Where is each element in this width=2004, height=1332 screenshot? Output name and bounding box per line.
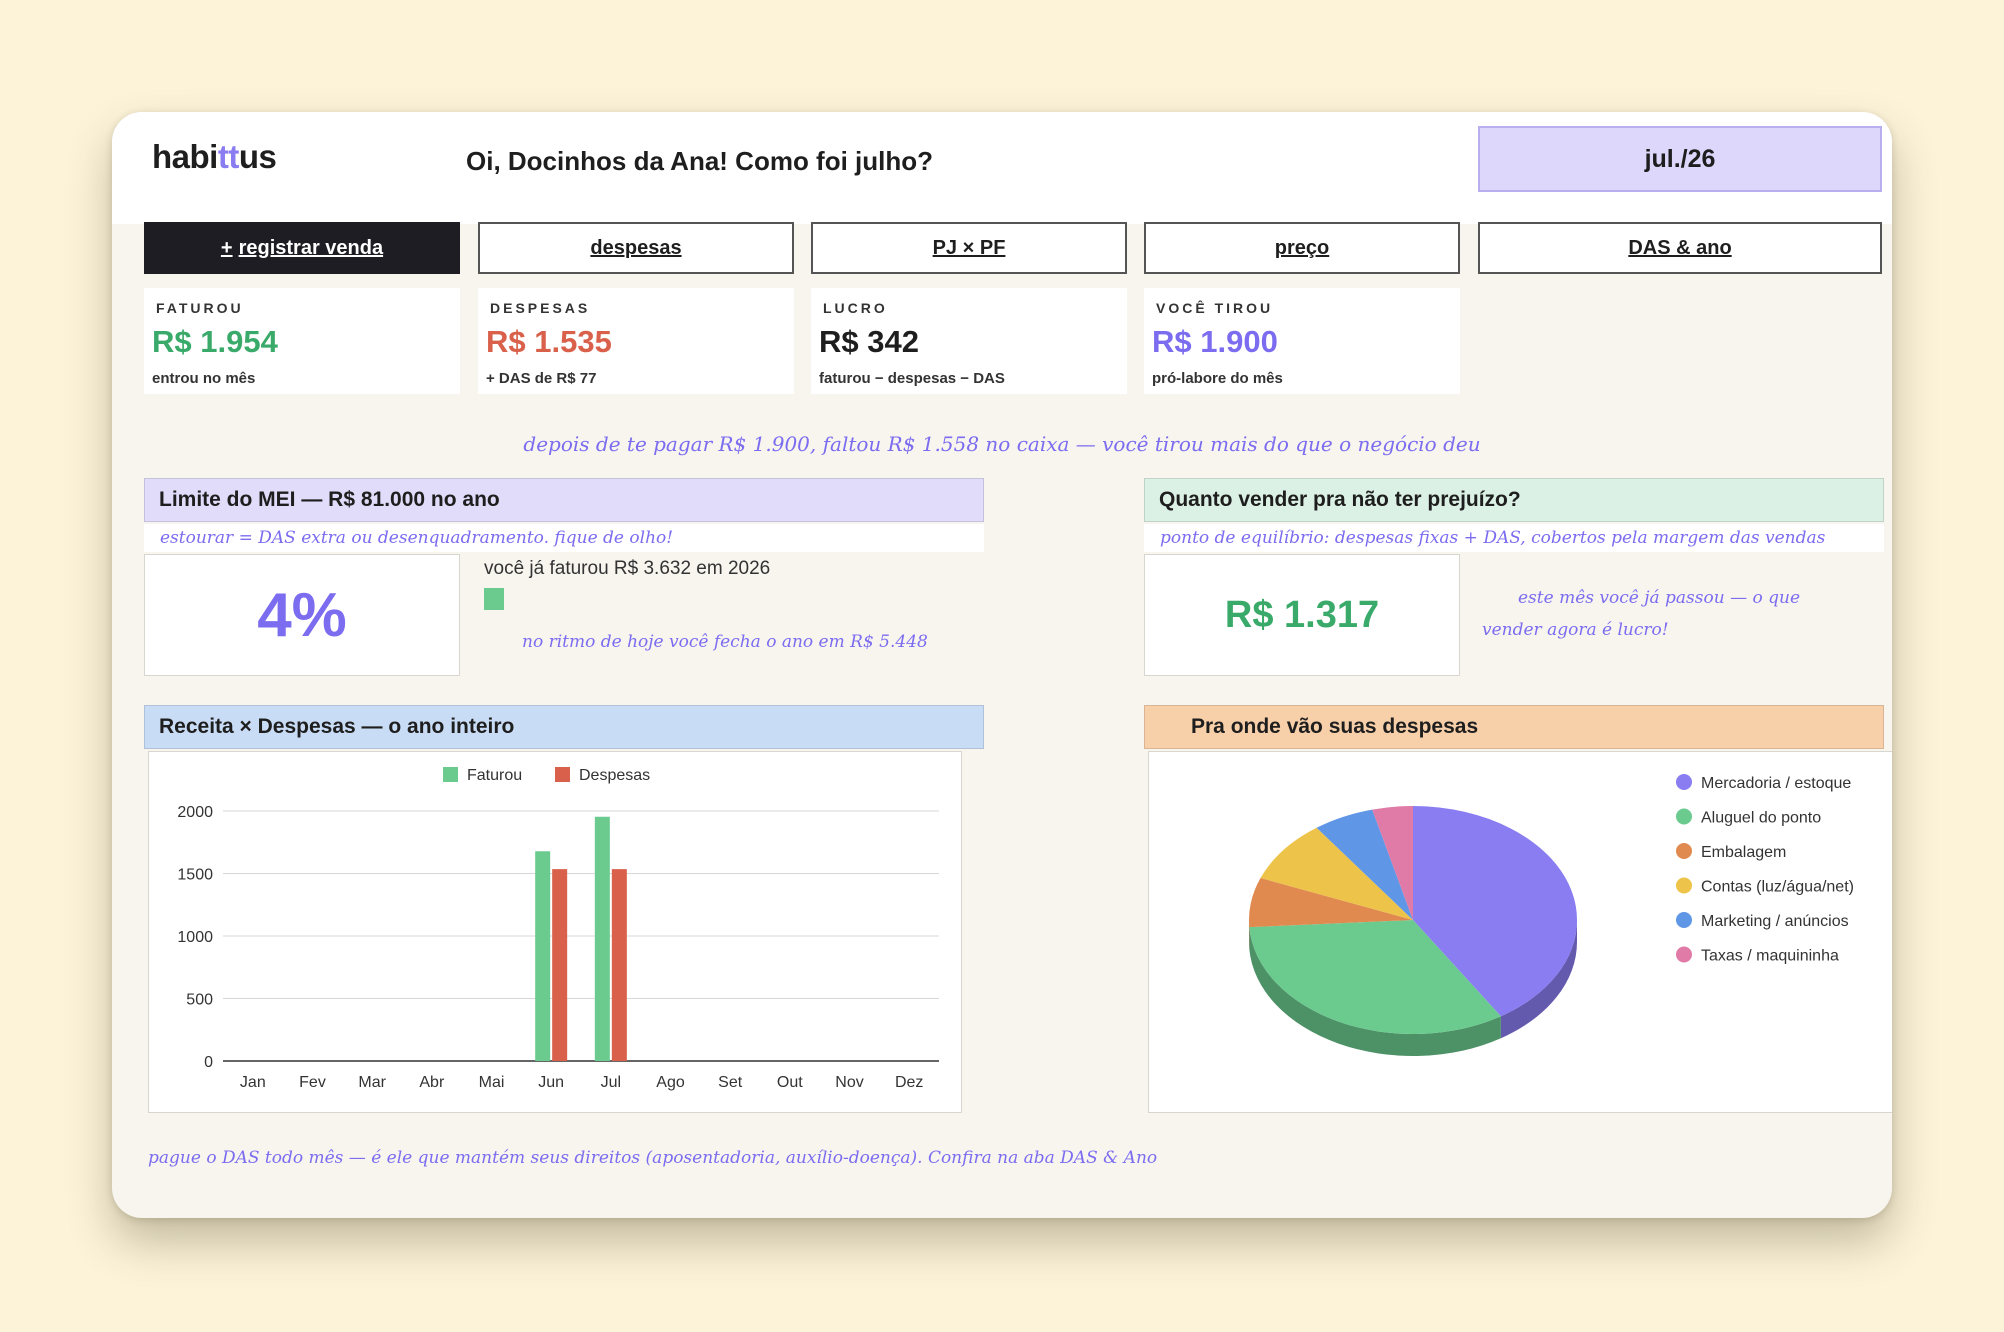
kpi-card-expenses: DESPESAS R$ 1.535 + DAS de R$ 77 [478, 288, 794, 394]
legend-label: Taxas / maquininha [1701, 948, 1839, 965]
kpi-card-revenue: FATUROU R$ 1.954 entrou no mês [144, 288, 460, 394]
x-tick-label: Fev [299, 1074, 326, 1091]
y-tick-label: 2000 [177, 804, 213, 821]
legend-swatch [443, 767, 458, 782]
legend-label: Aluguel do ponto [1701, 810, 1821, 827]
expenses-chart-header: Pra onde vão suas despesas [1144, 705, 1884, 749]
y-tick-label: 0 [204, 1054, 213, 1071]
legend-swatch [1676, 877, 1692, 894]
kpi-subtext: faturou − despesas − DAS [819, 370, 1005, 387]
kpi-label: FATUROU [156, 300, 244, 316]
month-selector[interactable]: jul./26 [1478, 126, 1882, 192]
x-tick-label: Jan [240, 1074, 266, 1091]
kpi-card-profit: LUCRO R$ 342 faturou − despesas − DAS [811, 288, 1127, 394]
x-tick-label: Mar [358, 1074, 386, 1091]
kpi-value: R$ 1.535 [486, 324, 612, 359]
legend-label: Contas (luz/água/net) [1701, 879, 1854, 896]
bar-despesas-jul [611, 869, 627, 1061]
mei-percent-value: 4% [144, 554, 460, 676]
x-tick-label: Jul [601, 1074, 621, 1091]
kpi-label: LUCRO [823, 300, 888, 316]
revenue-chart-header: Receita × Despesas — o ano inteiro [144, 705, 984, 749]
x-tick-label: Mai [479, 1074, 505, 1091]
kpi-value: R$ 1.900 [1152, 324, 1278, 359]
legend-label: Mercadoria / estoque [1701, 775, 1851, 792]
legend-label: Despesas [579, 767, 650, 784]
kpi-subtext: + DAS de R$ 77 [486, 370, 597, 387]
kpi-value: R$ 1.954 [152, 324, 278, 359]
plus-icon: + [220, 236, 233, 259]
legend-swatch [1676, 843, 1692, 859]
pj-pf-tab[interactable]: PJ × PF [811, 222, 1127, 274]
bar-despesas-jun [552, 869, 568, 1061]
breakeven-note: este mês você já passou — o que vender a… [1482, 588, 1801, 640]
expenses-chart-panel: Mercadoria / estoque Aluguel do ponto Emba… [1148, 751, 1892, 1113]
legend-swatch [1676, 808, 1692, 825]
legend-swatch [555, 767, 570, 782]
expenses-tab[interactable]: despesas [478, 222, 794, 274]
x-tick-label: Set [718, 1074, 743, 1091]
kpi-subtext: entrou no mês [152, 370, 256, 387]
kpi-value: R$ 342 [819, 324, 919, 359]
legend-label: Embalagem [1701, 844, 1786, 861]
revenue-chart-panel: 0 500 1000 1500 2000 Jan Fev Mar Abr Mai Jun Jul Ago… [148, 751, 962, 1113]
breakeven-hint: ponto de equilíbrio: despesas fixas + DA… [1144, 524, 1884, 552]
page-title: Oi, Docinhos da Ana! Como foi julho? [466, 146, 934, 176]
mei-projection-note: no ritmo de hoje você fecha o ano em R$ … [522, 632, 928, 652]
breakeven-header: Quanto vender pra não ter prejuízo? [1144, 478, 1884, 522]
mei-billed-text: você já faturou R$ 3.632 em 2026 [484, 558, 771, 579]
x-tick-label: Nov [835, 1074, 863, 1091]
legend-swatch [1676, 946, 1692, 963]
legend-swatch [1676, 912, 1692, 928]
y-tick-label: 500 [186, 992, 213, 1009]
x-tick-label: Ago [656, 1074, 685, 1091]
register-sale-button[interactable]: + registrar venda [144, 222, 460, 274]
kpi-card-owner-pay: VOCÊ TIROU R$ 1.900 pró-labore do mês [1144, 288, 1460, 394]
kpi-label: VOCÊ TIROU [1156, 300, 1274, 316]
habittus-logo: habittus [152, 138, 277, 175]
revenue-expenses-bar-chart: 0 500 1000 1500 2000 Jan Fev Mar Abr Mai Jun Jul Ago… [177, 767, 939, 1091]
kpi-subtext: pró-labore do mês [1152, 370, 1283, 387]
kpi-label: DESPESAS [490, 300, 591, 316]
x-tick-label: Out [777, 1074, 803, 1091]
legend-label: Marketing / anúncios [1701, 913, 1849, 930]
das-year-tab[interactable]: DAS & ano [1478, 222, 1882, 274]
x-tick-label: Abr [419, 1074, 445, 1091]
bar-faturou-jun [535, 851, 551, 1061]
bar-faturou-jul [594, 816, 610, 1061]
breakeven-value: R$ 1.317 [1144, 554, 1460, 676]
y-tick-label: 1000 [177, 929, 213, 946]
legend-swatch [1676, 774, 1692, 790]
expenses-pie-chart: Mercadoria / estoque Aluguel do ponto Emba… [1249, 774, 1854, 1056]
mei-limit-hint: estourar = DAS extra ou desenquadramento… [144, 524, 984, 552]
price-tab[interactable]: preço [1144, 222, 1460, 274]
mei-limit-header: Limite do MEI — R$ 81.000 no ano [144, 478, 984, 522]
das-footnote: pague o DAS todo mês — é ele que mantém … [148, 1148, 1158, 1168]
mei-progress-bar [484, 588, 504, 610]
dashboard-window: habittus Oi, Docinhos da Ana! Como foi j… [112, 112, 1892, 1218]
y-tick-label: 1500 [177, 867, 213, 884]
cash-alert-note: depois de te pagar R$ 1.900, faltou R$ 1… [523, 432, 1481, 456]
x-tick-label: Dez [895, 1074, 923, 1091]
x-tick-label: Jun [538, 1074, 564, 1091]
register-sale-label: registrar venda [238, 236, 384, 259]
legend-label: Faturou [467, 767, 522, 784]
